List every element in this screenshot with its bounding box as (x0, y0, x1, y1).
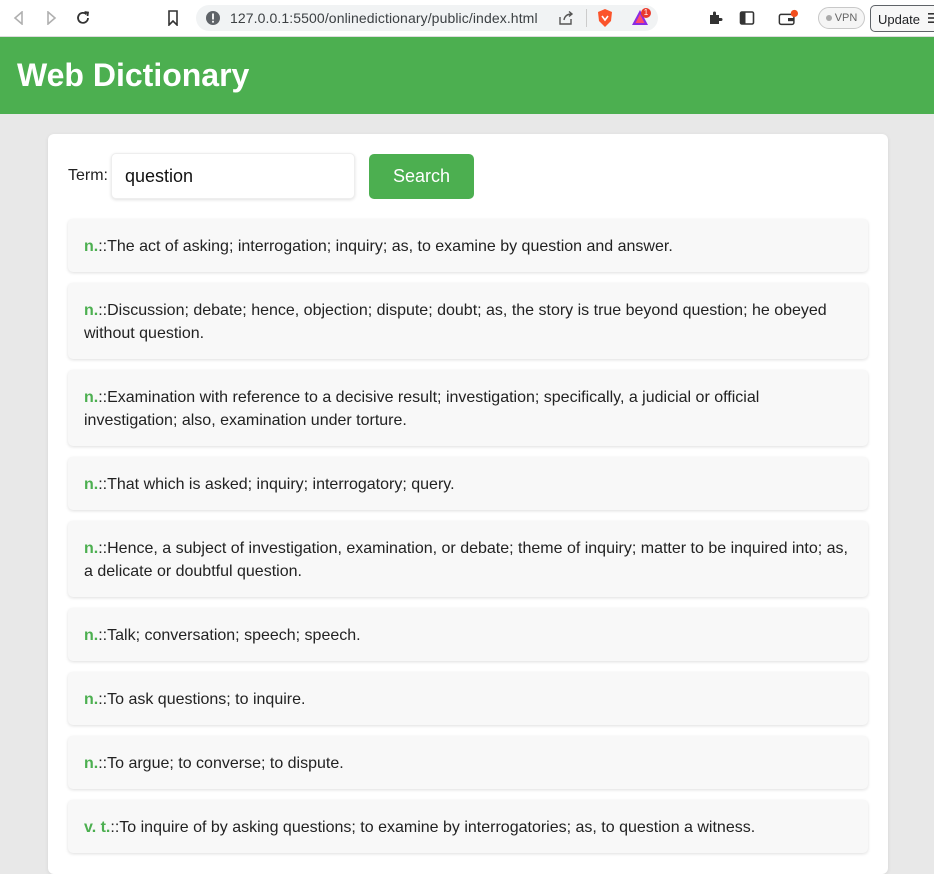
extensions-icon[interactable] (705, 8, 725, 28)
sidebar-icon[interactable] (737, 8, 757, 28)
reload-icon[interactable] (73, 8, 93, 28)
definition-text: To ask questions; to inquire. (107, 691, 306, 708)
definition-item: n.::Hence, a subject of investigation, e… (68, 521, 868, 597)
definition-item: n.::Examination with reference to a deci… (68, 370, 868, 446)
definition-text: To argue; to converse; to dispute. (107, 755, 344, 772)
vpn-status-icon (825, 15, 832, 21)
part-of-speech: n. (84, 755, 99, 772)
back-icon[interactable] (9, 8, 29, 28)
dictionary-card: Term: Search n.::The act of asking; inte… (48, 134, 888, 874)
definition-text: That which is asked; inquiry; interrogat… (107, 476, 455, 493)
part-of-speech: v. t. (84, 819, 111, 836)
part-of-speech: n. (84, 302, 99, 319)
divider (586, 9, 587, 27)
separator: :: (98, 691, 108, 708)
search-input[interactable] (111, 153, 355, 199)
definition-item: n.::Discussion; debate; hence, objection… (68, 283, 868, 359)
forward-icon[interactable] (41, 8, 61, 28)
vpn-label: VPN (834, 12, 858, 24)
separator: :: (98, 627, 108, 644)
part-of-speech: n. (84, 238, 99, 255)
separator: :: (98, 238, 108, 255)
separator: :: (98, 755, 108, 772)
browser-toolbar: 127.0.0.1:5500/onlinedictionary/public/i… (0, 0, 934, 37)
url-text: 127.0.0.1:5500/onlinedictionary/public/i… (230, 10, 538, 26)
separator: :: (98, 540, 108, 557)
menu-icon[interactable] (928, 11, 934, 28)
separator: :: (98, 476, 108, 493)
definition-text: Hence, a subject of investigation, exami… (84, 540, 848, 580)
definition-text: Examination with reference to a decisive… (84, 389, 760, 429)
site-info-icon[interactable] (205, 10, 221, 31)
definition-item: n.::To argue; to converse; to dispute. (68, 736, 868, 789)
update-button[interactable]: Update (870, 5, 934, 32)
page-title: Web Dictionary (17, 57, 250, 93)
term-label: Term: (68, 167, 108, 184)
brave-rewards-icon[interactable]: 1 (631, 8, 653, 33)
wallet-icon[interactable] (778, 8, 798, 28)
share-icon[interactable] (558, 10, 574, 31)
definition-text: Talk; conversation; speech; speech. (107, 627, 361, 644)
brave-shield-icon[interactable] (596, 8, 614, 33)
part-of-speech: n. (84, 540, 99, 557)
vpn-button[interactable]: VPN (818, 7, 865, 29)
part-of-speech: n. (84, 691, 99, 708)
separator: :: (98, 302, 108, 319)
definition-item: n.::To ask questions; to inquire. (68, 672, 868, 725)
definition-item: n.::The act of asking; interrogation; in… (68, 219, 868, 272)
part-of-speech: n. (84, 476, 99, 493)
separator: :: (98, 389, 108, 406)
definition-text: To inquire of by asking questions; to ex… (119, 819, 756, 836)
address-bar[interactable]: 127.0.0.1:5500/onlinedictionary/public/i… (196, 5, 658, 31)
bookmark-icon[interactable] (163, 8, 183, 28)
definition-item: n.::That which is asked; inquiry; interr… (68, 457, 868, 510)
rewards-badge: 1 (643, 8, 649, 17)
definition-item: n.::Talk; conversation; speech; speech. (68, 608, 868, 661)
definition-item: v. t.::To inquire of by asking questions… (68, 800, 868, 853)
definition-text: Discussion; debate; hence, objection; di… (84, 302, 827, 342)
part-of-speech: n. (84, 389, 99, 406)
part-of-speech: n. (84, 627, 99, 644)
app-header: Web Dictionary (0, 37, 934, 114)
update-label: Update (878, 12, 920, 27)
search-button[interactable]: Search (369, 154, 474, 199)
definition-text: The act of asking; interrogation; inquir… (107, 238, 673, 255)
separator: :: (110, 819, 120, 836)
results-list: n.::The act of asking; interrogation; in… (68, 219, 868, 864)
